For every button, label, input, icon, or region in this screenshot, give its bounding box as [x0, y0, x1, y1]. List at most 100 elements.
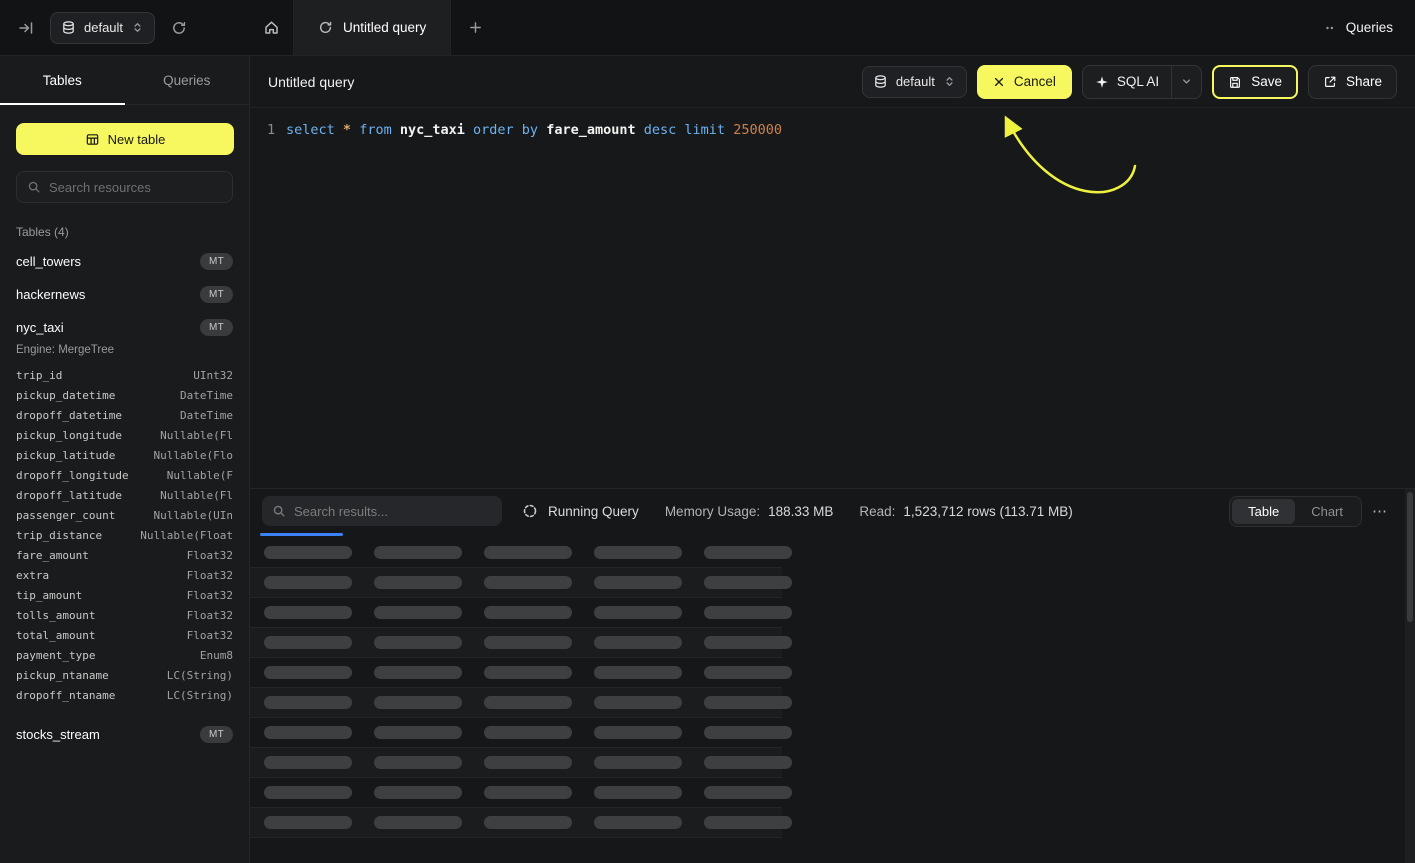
updown-chevron-icon [131, 21, 144, 34]
search-results-input[interactable] [294, 504, 492, 519]
query-title: Untitled query [268, 74, 354, 90]
skeleton-cell [264, 696, 352, 709]
main-panel: Untitled query default Cancel SQL AI [250, 56, 1415, 863]
skeleton-cell [374, 666, 462, 679]
column-row: pickup_datetimeDateTime [16, 386, 233, 406]
refresh-button[interactable] [165, 14, 193, 42]
skeleton-cell [374, 816, 462, 829]
skeleton-cell [704, 726, 792, 739]
skeleton-cell [594, 816, 682, 829]
sidebar-tab-tables[interactable]: Tables [0, 56, 125, 104]
share-button[interactable]: Share [1308, 65, 1397, 99]
save-button[interactable]: Save [1212, 65, 1298, 99]
topbar: default Untitled query Queries [0, 0, 1415, 56]
search-icon [272, 504, 286, 518]
cancel-button[interactable]: Cancel [977, 65, 1072, 99]
skeleton-cell [704, 576, 792, 589]
column-name: pickup_longitude [16, 426, 122, 446]
sql-ai-dropdown[interactable] [1171, 66, 1201, 98]
sql-token: * [343, 122, 351, 138]
skeleton-cell [484, 696, 572, 709]
column-type: Float32 [187, 626, 233, 646]
chart-view-button[interactable]: Chart [1295, 499, 1359, 524]
column-name: tolls_amount [16, 606, 95, 626]
skeleton-cell [594, 756, 682, 769]
tables-count-label: Tables (4) [16, 225, 233, 239]
column-row: dropoff_latitudeNullable(Fl [16, 486, 233, 506]
sql-ai-button[interactable]: SQL AI [1082, 65, 1202, 99]
column-row: dropoff_datetimeDateTime [16, 406, 233, 426]
skeleton-cell [484, 546, 572, 559]
tables-list: cell_towersMThackernewsMTnyc_taxiMTEngin… [0, 245, 249, 751]
skeleton-row [250, 628, 782, 658]
skeleton-cell [484, 786, 572, 799]
search-resources-input[interactable] [49, 180, 222, 195]
column-row: pickup_longitudeNullable(Fl [16, 426, 233, 446]
sql-token [392, 122, 400, 138]
sql-token [465, 122, 473, 138]
skeleton-cell [484, 756, 572, 769]
new-table-button[interactable]: New table [16, 123, 234, 155]
database-icon [873, 74, 888, 89]
column-type: Float32 [187, 606, 233, 626]
column-name: tip_amount [16, 586, 82, 606]
skeleton-cell [374, 576, 462, 589]
column-type: LC(String) [167, 666, 233, 686]
skeleton-row [250, 598, 782, 628]
table-item-hackernews[interactable]: hackernewsMT [0, 278, 249, 311]
more-options-button[interactable]: ⋯ [1372, 502, 1389, 520]
table-engine-badge: MT [200, 253, 233, 270]
skeleton-cell [374, 546, 462, 559]
arrow-to-bar-icon [18, 20, 34, 36]
column-name: extra [16, 566, 49, 586]
table-view-button[interactable]: Table [1232, 499, 1295, 524]
collapse-sidebar-button[interactable] [12, 14, 40, 42]
table-item-cell_towers[interactable]: cell_towersMT [0, 245, 249, 278]
column-type: LC(String) [167, 686, 233, 706]
refresh-icon [171, 20, 187, 36]
share-icon [1323, 75, 1337, 89]
table-engine-badge: MT [200, 286, 233, 303]
scrollbar-thumb[interactable] [1407, 492, 1413, 622]
updown-chevron-icon [943, 75, 956, 88]
skeleton-row [250, 808, 782, 838]
database-selector-query[interactable]: default [862, 66, 967, 98]
skeleton-row [250, 748, 782, 778]
skeleton-row [250, 688, 782, 718]
save-button-label: Save [1251, 74, 1282, 89]
sql-token [538, 122, 546, 138]
column-name: pickup_ntaname [16, 666, 109, 686]
queries-button[interactable]: Queries [1324, 20, 1393, 35]
skeleton-row [250, 778, 782, 808]
sidebar-tab-queries[interactable]: Queries [125, 56, 250, 104]
new-tab-button[interactable] [451, 0, 499, 55]
skeleton-cell [374, 636, 462, 649]
column-type: Nullable(Float [140, 526, 233, 546]
skeleton-cell [594, 546, 682, 559]
sql-editor[interactable]: 1 select * from nyc_taxi order by fare_a… [250, 108, 1415, 153]
sql-token [636, 122, 644, 138]
database-selector-topbar[interactable]: default [50, 12, 155, 44]
sql-token: fare_amount [546, 122, 635, 138]
results-scrollbar[interactable] [1405, 489, 1415, 863]
home-tab-button[interactable] [250, 0, 294, 55]
close-icon [993, 76, 1005, 88]
tab-label: Untitled query [343, 20, 426, 35]
skeleton-row [250, 538, 782, 568]
table-item-stocks_stream[interactable]: stocks_streamMT [0, 718, 249, 751]
sql-token: 250000 [733, 122, 782, 138]
results-search-box [262, 496, 502, 526]
skeleton-cell [264, 756, 352, 769]
skeleton-cell [264, 546, 352, 559]
skeleton-cell [374, 726, 462, 739]
tab-untitled-query[interactable]: Untitled query [294, 0, 451, 55]
skeleton-cell [594, 576, 682, 589]
sidebar-search-box [16, 171, 233, 203]
results-toolbar: Running Query Memory Usage: 188.33 MB Re… [250, 489, 1415, 533]
cancel-button-label: Cancel [1014, 74, 1056, 89]
table-item-nyc_taxi[interactable]: nyc_taxiMT [0, 311, 249, 344]
view-toggle: Table Chart [1229, 496, 1362, 527]
skeleton-cell [704, 786, 792, 799]
sql-token [351, 122, 359, 138]
database-selector-value: default [84, 20, 123, 35]
